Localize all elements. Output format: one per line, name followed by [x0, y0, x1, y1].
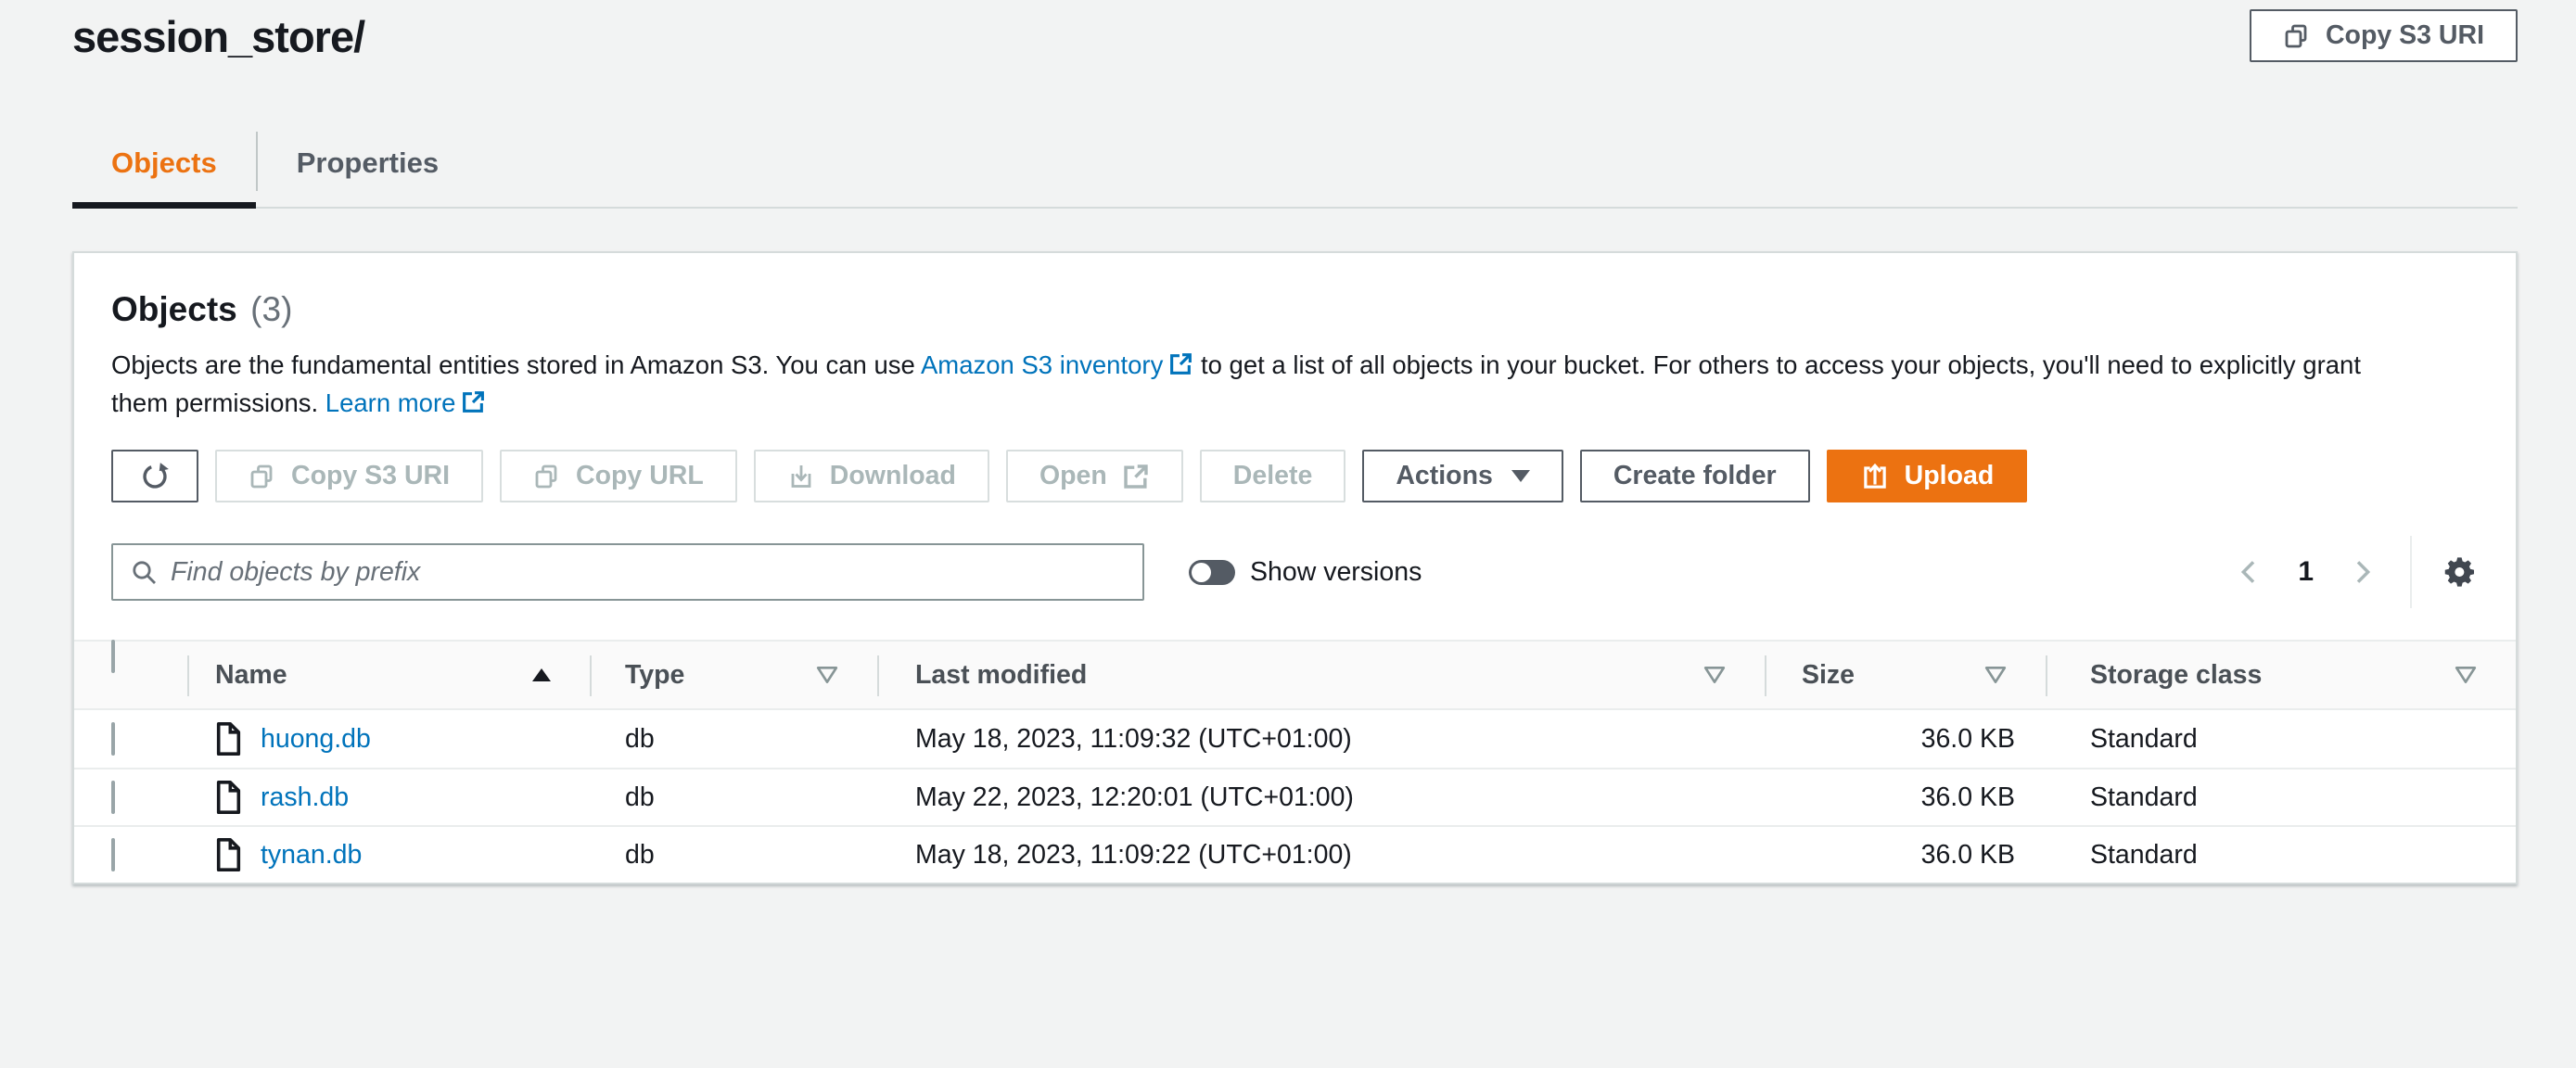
refresh-icon [139, 461, 171, 492]
current-page-number[interactable]: 1 [2298, 556, 2314, 588]
search-input[interactable] [171, 557, 1126, 588]
upload-icon [1860, 462, 1890, 491]
open-button[interactable]: Open [1006, 450, 1183, 502]
copy-url-button[interactable]: Copy URL [500, 450, 737, 502]
search-icon [130, 558, 158, 586]
settings-gear-icon[interactable] [2442, 553, 2479, 591]
search-box [111, 543, 1144, 601]
next-page-button[interactable] [2347, 557, 2377, 587]
toggle-knob [1192, 563, 1211, 582]
object-name-link[interactable]: huong.db [261, 724, 371, 755]
row-checkbox[interactable] [111, 722, 115, 756]
object-last-modified: May 18, 2023, 11:09:32 (UTC+01:00) [877, 724, 1765, 755]
actions-dropdown-button[interactable]: Actions [1362, 450, 1563, 502]
tab-properties[interactable]: Properties [258, 122, 478, 209]
column-header-storage-class[interactable]: Storage class [2046, 642, 2516, 708]
external-link-icon [1122, 463, 1150, 490]
copy-icon [533, 463, 561, 490]
panel-description: Objects are the fundamental entities sto… [111, 346, 2402, 422]
copy-s3-uri-top-button[interactable]: Copy S3 URI [2250, 9, 2518, 62]
download-icon [787, 463, 815, 490]
previous-page-button[interactable] [2235, 557, 2264, 587]
column-header-last-modified[interactable]: Last modified [877, 642, 1765, 708]
filter-row: Show versions 1 [111, 536, 2479, 608]
chevron-left-icon [2235, 557, 2264, 587]
show-versions-toggle[interactable] [1189, 560, 1235, 585]
divider [2410, 536, 2412, 608]
table-row: huong.db db May 18, 2023, 11:09:32 (UTC+… [74, 710, 2516, 768]
filter-icon[interactable] [2455, 666, 2477, 684]
copy-s3-uri-button[interactable]: Copy S3 URI [215, 450, 483, 502]
table-row: rash.db db May 22, 2023, 12:20:01 (UTC+0… [74, 768, 2516, 825]
object-actions-toolbar: Copy S3 URI Copy URL Download Open [111, 450, 2479, 502]
chevron-right-icon [2347, 557, 2377, 587]
panel-title-row: Objects (3) [111, 290, 2479, 329]
object-storage-class: Standard [2046, 782, 2516, 813]
page-title: session_store/ [72, 9, 364, 65]
file-icon [215, 781, 242, 814]
refresh-button[interactable] [111, 450, 198, 502]
objects-panel: Objects (3) Objects are the fundamental … [72, 251, 2518, 884]
panel-title: Objects [111, 290, 237, 328]
object-last-modified: May 18, 2023, 11:09:22 (UTC+01:00) [877, 840, 1765, 871]
objects-table: Name Type Last modified Size Storage cla… [74, 640, 2516, 883]
object-type: db [590, 840, 877, 871]
objects-panel-header: Objects (3) Objects are the fundamental … [74, 253, 2516, 608]
file-icon [215, 838, 242, 871]
upload-button[interactable]: Upload [1827, 450, 2028, 502]
object-count: (3) [250, 290, 292, 328]
object-name-link[interactable]: rash.db [261, 782, 349, 813]
copy-icon [2283, 22, 2311, 50]
file-icon [215, 722, 242, 756]
object-last-modified: May 22, 2023, 12:20:01 (UTC+01:00) [877, 782, 1765, 813]
object-size: 36.0 KB [1765, 782, 2046, 813]
row-checkbox[interactable] [111, 838, 115, 871]
external-link-icon [1168, 351, 1193, 376]
show-versions-label: Show versions [1250, 557, 1422, 588]
amazon-s3-inventory-link[interactable]: Amazon S3 inventory [921, 350, 1193, 379]
caret-down-icon [1511, 470, 1530, 482]
select-all-checkbox[interactable] [111, 640, 115, 673]
table-header-row: Name Type Last modified Size Storage cla… [74, 642, 2516, 710]
delete-button[interactable]: Delete [1200, 450, 1346, 502]
select-all-cell [74, 642, 187, 708]
row-checkbox[interactable] [111, 781, 115, 814]
object-storage-class: Standard [2046, 724, 2516, 755]
column-header-type[interactable]: Type [590, 642, 877, 708]
object-type: db [590, 782, 877, 813]
sort-ascending-icon[interactable] [532, 668, 551, 681]
filter-icon[interactable] [1984, 666, 2007, 684]
object-storage-class: Standard [2046, 840, 2516, 871]
description-text-1: Objects are the fundamental entities sto… [111, 350, 915, 379]
page-header: session_store/ Copy S3 URI [0, 0, 2576, 65]
learn-more-link[interactable]: Learn more [325, 388, 487, 417]
column-header-name[interactable]: Name [187, 642, 590, 708]
tab-objects[interactable]: Objects [72, 122, 256, 209]
table-row: tynan.db db May 18, 2023, 11:09:22 (UTC+… [74, 825, 2516, 883]
column-header-size[interactable]: Size [1765, 642, 2046, 708]
filter-icon[interactable] [1703, 666, 1726, 684]
download-button[interactable]: Download [754, 450, 989, 502]
object-type: db [590, 724, 877, 755]
s3-console-page: session_store/ Copy S3 URI Objects Prope… [0, 0, 2576, 1068]
object-size: 36.0 KB [1765, 724, 2046, 755]
filter-icon[interactable] [816, 666, 838, 684]
copy-icon [249, 463, 276, 490]
object-name-link[interactable]: tynan.db [261, 840, 362, 871]
create-folder-button[interactable]: Create folder [1580, 450, 1810, 502]
tab-bar: Objects Properties [72, 122, 2518, 209]
object-size: 36.0 KB [1765, 840, 2046, 871]
external-link-icon [461, 389, 486, 414]
copy-s3-uri-top-label: Copy S3 URI [2326, 20, 2484, 51]
pagination-cluster: 1 [2235, 536, 2479, 608]
